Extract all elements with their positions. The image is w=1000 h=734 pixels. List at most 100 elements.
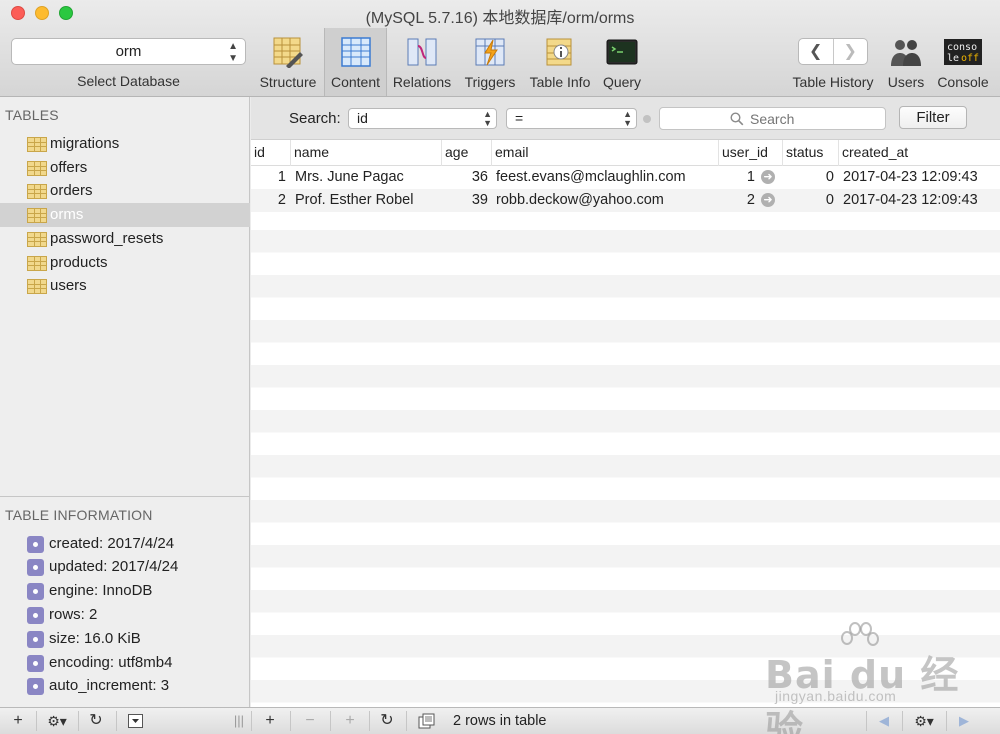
search-input[interactable] <box>750 110 870 128</box>
table-icon <box>27 256 47 271</box>
window-titlebar: (MySQL 5.7.16) 本地数据库/orm/orms orm ▲ ▼ Sel… <box>0 0 1000 97</box>
column-header-id[interactable]: id <box>251 140 290 166</box>
filter-tables-button[interactable] <box>122 708 148 734</box>
foreign-key-arrow-icon[interactable]: ➜ <box>761 170 775 184</box>
console-tool-button[interactable]: conso le off Console <box>934 28 992 96</box>
filter-search-box[interactable] <box>659 107 886 130</box>
filter-button[interactable]: Filter <box>899 106 967 129</box>
content-tool-button[interactable]: Content <box>324 28 387 96</box>
grid-header: id name age email user_id status created… <box>251 140 1000 166</box>
sidebar-table-label: users <box>50 277 87 294</box>
info-text: size: 16.0 KiB <box>49 630 141 647</box>
users-icon <box>891 40 921 66</box>
delete-row-button[interactable]: − <box>296 708 324 734</box>
structure-tool-label: Structure <box>259 74 317 90</box>
sidebar-table-migrations[interactable]: migrations <box>0 132 250 156</box>
cell-status[interactable]: 0 <box>782 189 834 211</box>
table-row[interactable]: 1 Mrs. June Pagac 36 feest.evans@mclaugh… <box>251 166 1000 189</box>
cell-age[interactable]: 39 <box>441 189 488 211</box>
select-arrows-icon: ▲ ▼ <box>623 109 632 128</box>
cell-id[interactable]: 1 <box>251 166 286 188</box>
info-bullet-icon <box>27 607 44 624</box>
table-icon <box>27 208 47 223</box>
info-updated: updated: 2017/4/24 <box>0 555 250 579</box>
add-table-button[interactable]: + <box>4 708 32 734</box>
svg-text:le: le <box>947 53 959 64</box>
sidebar-divider[interactable] <box>0 496 250 497</box>
relations-tool-button[interactable]: Relations <box>390 28 454 96</box>
info-bullet-icon <box>27 678 44 695</box>
query-tool-button[interactable]: Query <box>598 28 646 96</box>
sidebar-table-label: orders <box>50 182 93 199</box>
column-header-status[interactable]: status <box>782 140 838 166</box>
table-row[interactable]: 2 Prof. Esther Robel 39 robb.deckow@yaho… <box>251 189 1000 212</box>
structure-tool-button[interactable]: Structure <box>255 28 321 96</box>
cell-user-id[interactable]: 2 <box>718 189 755 211</box>
duplicate-row-button[interactable]: + <box>336 708 364 734</box>
cell-created-at[interactable]: 2017-04-23 12:09:43 <box>843 166 1000 188</box>
column-header-created-at[interactable]: created_at <box>838 140 1000 166</box>
window-title: (MySQL 5.7.16) 本地数据库/orm/orms <box>365 10 635 27</box>
refresh-icon: ↻ <box>380 712 394 729</box>
divider <box>78 711 79 731</box>
info-bullet-icon <box>27 536 44 553</box>
cell-name[interactable]: Mrs. June Pagac <box>295 166 441 188</box>
filter-operator-value: = <box>515 110 524 126</box>
filter-operator-select[interactable]: = ▲ ▼ <box>506 108 637 129</box>
sidebar-table-password-resets[interactable]: password_resets <box>0 227 250 251</box>
sidebar-table-orders[interactable]: orders <box>0 179 250 203</box>
sidebar-table-users[interactable]: users <box>0 274 250 298</box>
content-tool-label: Content <box>330 74 381 90</box>
foreign-key-arrow-icon[interactable]: ➜ <box>761 193 775 207</box>
cell-status[interactable]: 0 <box>782 166 834 188</box>
relations-icon <box>407 38 437 66</box>
table-history-tool[interactable]: Table History <box>786 28 880 96</box>
divider <box>116 711 117 731</box>
info-text: engine: InnoDB <box>49 582 153 599</box>
users-tool-button[interactable]: Users <box>883 28 929 96</box>
filter-field-select[interactable]: id ▲ ▼ <box>348 108 497 129</box>
table-icon <box>27 279 47 294</box>
cell-email[interactable]: feest.evans@mclaughlin.com <box>496 166 718 188</box>
divider <box>406 711 407 731</box>
cell-user-id[interactable]: 1 <box>718 166 755 188</box>
add-row-button[interactable]: + <box>256 708 284 734</box>
sidebar-table-offers[interactable]: offers <box>0 156 250 180</box>
database-select-caption: Select Database <box>77 73 180 89</box>
gear-icon: ⚙▾ <box>47 713 67 729</box>
refresh-content-button[interactable]: ↻ <box>373 708 401 734</box>
info-bullet-icon <box>27 631 44 648</box>
info-bullet-icon <box>27 583 44 600</box>
database-select-value: orm <box>115 43 142 60</box>
cell-id[interactable]: 2 <box>251 189 286 211</box>
sidebar-table-products[interactable]: products <box>0 251 250 275</box>
database-select[interactable]: orm ▲ ▼ <box>11 38 246 65</box>
cell-email[interactable]: robb.deckow@yahoo.com <box>496 189 718 211</box>
watermark-url: jingyan.baidu.com <box>775 688 897 704</box>
cell-created-at[interactable]: 2017-04-23 12:09:43 <box>843 189 1000 211</box>
sidebar-table-orms[interactable]: orms <box>0 203 250 227</box>
svg-text:off: off <box>961 53 979 64</box>
refresh-tables-button[interactable]: ↻ <box>82 708 110 734</box>
triggers-tool-button[interactable]: Triggers <box>459 28 521 96</box>
sidebar-table-label: products <box>50 254 108 271</box>
sidebar-table-label: password_resets <box>50 230 164 247</box>
refresh-icon: ↻ <box>89 712 103 729</box>
column-header-name[interactable]: name <box>290 140 441 166</box>
table-actions-gear-button[interactable]: ⚙▾ <box>40 708 74 734</box>
console-tool-label: Console <box>937 74 989 90</box>
table-info-tool-label: Table Info <box>529 74 591 90</box>
cell-age[interactable]: 36 <box>441 166 488 188</box>
column-header-email[interactable]: email <box>491 140 718 166</box>
row-details-button[interactable] <box>412 708 440 734</box>
info-bullet-icon <box>27 655 44 672</box>
column-header-user-id[interactable]: user_id <box>718 140 782 166</box>
cell-name[interactable]: Prof. Esther Robel <box>295 189 441 211</box>
column-header-age[interactable]: age <box>441 140 491 166</box>
table-information-header: TABLE INFORMATION <box>5 507 153 523</box>
filter-bar: Search: id ▲▼ = ▲▼ Filter <box>251 97 1000 140</box>
info-bullet-icon <box>27 559 44 576</box>
table-info-tool-button[interactable]: Table Info <box>524 28 596 96</box>
select-arrows-icon: ▲ ▼ <box>228 41 238 64</box>
sidebar-resize-handle[interactable]: ||| <box>229 708 249 734</box>
